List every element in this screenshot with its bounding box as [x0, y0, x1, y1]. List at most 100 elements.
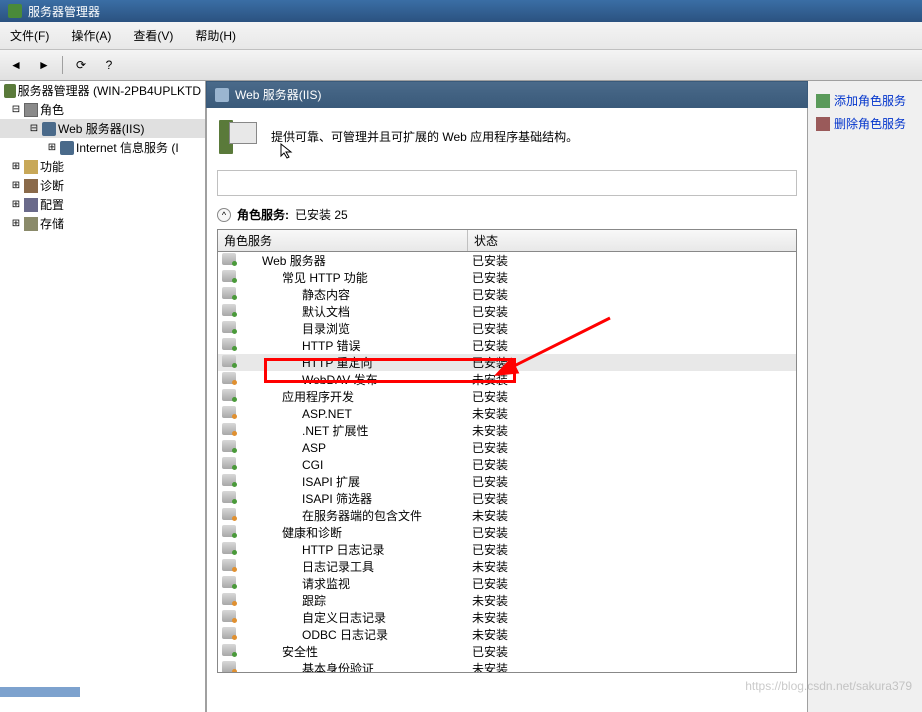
table-row[interactable]: HTTP 日志记录已安装 — [218, 541, 796, 558]
service-name: 自定义日志记录 — [242, 609, 468, 626]
table-row[interactable]: WebDAV 发布未安装 — [218, 371, 796, 388]
expander-icon[interactable]: ⊞ — [10, 180, 22, 192]
table-row[interactable]: .NET 扩展性未安装 — [218, 422, 796, 439]
menu-help[interactable]: 帮助(H) — [191, 25, 240, 46]
table-row[interactable]: ISAPI 扩展已安装 — [218, 473, 796, 490]
service-name: 常见 HTTP 功能 — [242, 269, 468, 286]
table-row[interactable]: 静态内容已安装 — [218, 286, 796, 303]
tree-web-iis[interactable]: ⊟ Web 服务器(IIS) — [0, 119, 205, 138]
tree-root[interactable]: 服务器管理器 (WIN-2PB4UPLKTD — [0, 81, 205, 100]
service-state: 已安装 — [468, 456, 508, 473]
service-state: 已安装 — [468, 252, 508, 269]
installed-icon — [222, 644, 236, 656]
tree-web-iis-label: Web 服务器(IIS) — [58, 120, 144, 137]
service-name: Web 服务器 — [242, 252, 468, 269]
toolbar: ◄ ► ⟳ ? — [0, 50, 922, 81]
tree-diagnostics[interactable]: ⊞ 诊断 — [0, 176, 205, 195]
forward-icon: ► — [38, 58, 50, 72]
service-state: 已安装 — [468, 388, 508, 405]
description-text: 提供可靠、可管理并且可扩展的 Web 应用程序基础结构。 — [271, 130, 578, 144]
service-state: 已安装 — [468, 643, 508, 660]
tree-features-label: 功能 — [40, 158, 64, 175]
storage-icon — [24, 217, 38, 231]
tree-storage[interactable]: ⊞ 存储 — [0, 214, 205, 233]
table-row[interactable]: 常见 HTTP 功能已安装 — [218, 269, 796, 286]
service-state: 未安装 — [468, 626, 508, 643]
table-row[interactable]: HTTP 重定向已安装 — [218, 354, 796, 371]
menu-bar: 文件(F) 操作(A) 查看(V) 帮助(H) — [0, 22, 922, 50]
services-table: 角色服务 状态 Web 服务器已安装常见 HTTP 功能已安装静态内容已安装默认… — [217, 229, 797, 673]
web-server-icon — [217, 118, 261, 158]
installed-icon — [222, 270, 236, 282]
expander-icon[interactable]: ⊟ — [28, 123, 40, 135]
installed-icon — [222, 491, 236, 503]
not-installed-icon — [222, 593, 236, 605]
table-row[interactable]: 目录浏览已安装 — [218, 320, 796, 337]
service-state: 未安装 — [468, 371, 508, 388]
service-state: 已安装 — [468, 575, 508, 592]
remove-role-service-link[interactable]: 删除角色服务 — [814, 112, 916, 135]
table-row[interactable]: Web 服务器已安装 — [218, 252, 796, 269]
add-role-service-link[interactable]: 添加角色服务 — [814, 89, 916, 112]
table-row[interactable]: 请求监视已安装 — [218, 575, 796, 592]
bottom-bar — [0, 687, 80, 697]
tree-roles[interactable]: ⊟ 角色 — [0, 100, 205, 119]
tree-configuration[interactable]: ⊞ 配置 — [0, 195, 205, 214]
refresh-button[interactable]: ⟳ — [69, 54, 93, 76]
service-name: .NET 扩展性 — [242, 422, 468, 439]
table-row[interactable]: 安全性已安装 — [218, 643, 796, 660]
service-state: 已安装 — [468, 490, 508, 507]
content-body: 提供可靠、可管理并且可扩展的 Web 应用程序基础结构。 ^ 角色服务: 已安装… — [206, 108, 808, 712]
back-icon: ◄ — [10, 58, 22, 72]
installed-icon — [222, 474, 236, 486]
service-state: 未安装 — [468, 405, 508, 422]
service-state: 未安装 — [468, 507, 508, 524]
table-row[interactable]: 自定义日志记录未安装 — [218, 609, 796, 626]
not-installed-icon — [222, 508, 236, 520]
table-row[interactable]: 应用程序开发已安装 — [218, 388, 796, 405]
table-row[interactable]: ODBC 日志记录未安装 — [218, 626, 796, 643]
service-name: HTTP 日志记录 — [242, 541, 468, 558]
installed-icon — [222, 389, 236, 401]
table-row[interactable]: 基本身份验证未安装 — [218, 660, 796, 672]
not-installed-icon — [222, 406, 236, 418]
service-name: ODBC 日志记录 — [242, 626, 468, 643]
tree-internet-service[interactable]: ⊞ Internet 信息服务 (I — [0, 138, 205, 157]
menu-file[interactable]: 文件(F) — [6, 25, 53, 46]
table-row[interactable]: 默认文档已安装 — [218, 303, 796, 320]
tree-root-label: 服务器管理器 (WIN-2PB4UPLKTD — [18, 82, 201, 99]
tree-diagnostics-label: 诊断 — [40, 177, 64, 194]
expander-icon[interactable]: ⊞ — [46, 142, 58, 154]
service-name: 安全性 — [242, 643, 468, 660]
table-row[interactable]: 健康和诊断已安装 — [218, 524, 796, 541]
iis-icon — [42, 122, 56, 136]
refresh-icon: ⟳ — [76, 58, 86, 72]
menu-view[interactable]: 查看(V) — [129, 25, 177, 46]
th-name[interactable]: 角色服务 — [218, 230, 468, 251]
table-row[interactable]: CGI已安装 — [218, 456, 796, 473]
service-name: WebDAV 发布 — [242, 371, 468, 388]
menu-action[interactable]: 操作(A) — [67, 25, 115, 46]
table-row[interactable]: 在服务器端的包含文件未安装 — [218, 507, 796, 524]
installed-icon — [222, 457, 236, 469]
expander-icon[interactable]: ⊟ — [10, 104, 22, 116]
expander-icon[interactable]: ⊞ — [10, 161, 22, 173]
table-row[interactable]: ASP已安装 — [218, 439, 796, 456]
table-row[interactable]: 日志记录工具未安装 — [218, 558, 796, 575]
installed-icon — [222, 440, 236, 452]
tree-features[interactable]: ⊞ 功能 — [0, 157, 205, 176]
expander-icon[interactable]: ⊞ — [10, 218, 22, 230]
table-row[interactable]: ASP.NET未安装 — [218, 405, 796, 422]
forward-button[interactable]: ► — [32, 54, 56, 76]
expander-icon[interactable]: ⊞ — [10, 199, 22, 211]
collapse-icon[interactable]: ^ — [217, 208, 231, 222]
service-name: CGI — [242, 458, 468, 472]
add-role-service-label: 添加角色服务 — [834, 92, 906, 109]
help-button[interactable]: ? — [97, 54, 121, 76]
th-state[interactable]: 状态 — [468, 230, 618, 251]
table-row[interactable]: ISAPI 筛选器已安装 — [218, 490, 796, 507]
table-row[interactable]: 跟踪未安装 — [218, 592, 796, 609]
back-button[interactable]: ◄ — [4, 54, 28, 76]
actions-panel: 添加角色服务 删除角色服务 — [808, 81, 922, 712]
table-row[interactable]: HTTP 错误已安装 — [218, 337, 796, 354]
